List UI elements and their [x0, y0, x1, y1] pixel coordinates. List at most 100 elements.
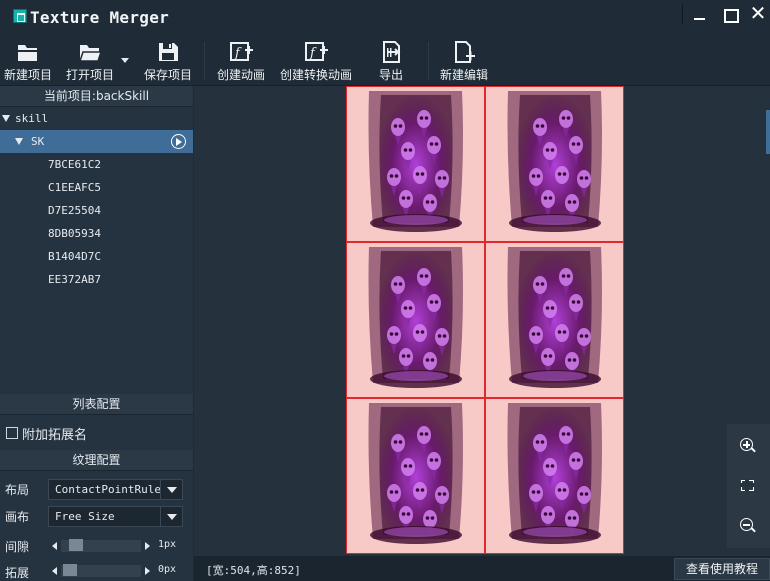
gap-slider[interactable]: [52, 539, 150, 553]
tree-root-label: skill: [15, 112, 49, 125]
create-convert-animation-label: 创建转换动画: [279, 68, 352, 82]
tree-item-label: D7E25504: [48, 204, 101, 217]
toolbar: 新建项目 打开项目 保存项目 f 创建动画 f 创建转换动画 导出 新建编辑: [0, 34, 770, 86]
new-edit-button[interactable]: 新建编辑: [438, 40, 490, 84]
play-icon[interactable]: [171, 134, 186, 149]
expand-arrow-icon[interactable]: [15, 138, 23, 145]
canvas-label: 画布: [5, 510, 30, 524]
tree-item-label: B1404D7C: [48, 250, 101, 263]
open-project-dropdown-arrow[interactable]: [121, 58, 129, 63]
list-config-header: 列表配置: [0, 394, 193, 415]
svg-text:f: f: [309, 46, 317, 61]
slider-left-arrow-icon[interactable]: [52, 567, 57, 575]
open-project-label: 打开项目: [65, 68, 114, 82]
layout-select[interactable]: ContactPointRule: [48, 479, 183, 500]
new-document-icon: [455, 41, 475, 63]
tree-item[interactable]: 8DB05934: [0, 222, 193, 245]
tree-item-label: C1EEAFC5: [48, 181, 101, 194]
sprite-frame[interactable]: [346, 398, 485, 554]
view-tutorial-button[interactable]: 查看使用教程: [674, 558, 770, 580]
attach-extension-label: 附加拓展名: [22, 428, 88, 443]
tree-item-label: 8DB05934: [48, 227, 101, 240]
sprite-image: [368, 247, 463, 388]
sprite-frame[interactable]: [346, 242, 485, 398]
function-plus-icon: f: [305, 42, 328, 61]
new-edit-label: 新建编辑: [439, 68, 488, 82]
export-label: 导出: [378, 68, 403, 82]
slider-left-arrow-icon[interactable]: [52, 542, 57, 550]
sprite-frame[interactable]: [485, 398, 624, 554]
tree-item[interactable]: 7BCE61C2: [0, 153, 193, 176]
toolbar-separator: [204, 42, 205, 80]
fit-to-view-icon[interactable]: [740, 479, 754, 491]
titlebar-divider: [682, 4, 683, 24]
save-project-button[interactable]: 保存项目: [142, 40, 194, 84]
save-icon: [159, 43, 178, 61]
texture-atlas: [346, 86, 624, 555]
new-project-label: 新建项目: [3, 68, 52, 82]
minimize-button[interactable]: [685, 3, 713, 25]
tree-group-label: SK: [31, 135, 45, 148]
maximize-button[interactable]: [716, 3, 744, 25]
expand-arrow-icon[interactable]: [2, 115, 10, 122]
open-folder-icon: [78, 45, 103, 62]
sprite-frame[interactable]: [485, 242, 624, 398]
expand-slider[interactable]: [52, 564, 150, 578]
sprite-frame[interactable]: [485, 86, 624, 242]
open-project-button[interactable]: 打开项目: [63, 40, 117, 84]
attach-extension-checkbox[interactable]: [6, 427, 18, 439]
sprite-image: [507, 403, 602, 544]
sprite-image: [368, 91, 463, 232]
sprite-frame[interactable]: [346, 86, 485, 242]
create-animation-button[interactable]: f 创建动画: [214, 40, 268, 84]
slider-thumb[interactable]: [69, 539, 83, 551]
title-bar: Texture Merger ✕: [0, 0, 770, 34]
tree-item-label: EE372AB7: [48, 273, 101, 286]
slider-right-arrow-icon[interactable]: [145, 542, 150, 550]
app-title: Texture Merger: [30, 8, 170, 27]
sprite-image: [368, 403, 463, 544]
layout-select-value: ContactPointRule: [55, 483, 161, 496]
tree-item[interactable]: EE372AB7: [0, 268, 193, 291]
expand-value: 0px: [158, 564, 177, 575]
sprite-image: [507, 247, 602, 388]
new-project-button[interactable]: 新建项目: [2, 40, 54, 84]
texture-canvas[interactable]: [194, 86, 770, 556]
create-animation-label: 创建动画: [216, 68, 265, 82]
zoom-controls: [727, 424, 770, 548]
export-icon: [383, 41, 401, 63]
tree-root-skill[interactable]: skill: [0, 107, 193, 130]
canvas-select-value: Free Size: [55, 510, 115, 523]
tree-item-label: 7BCE61C2: [48, 158, 101, 171]
zoom-in-icon[interactable]: [739, 437, 757, 455]
sprite-image: [507, 91, 602, 232]
current-project-header: 当前项目:backSkill: [0, 86, 193, 107]
chevron-down-icon[interactable]: [160, 480, 182, 499]
create-convert-animation-button[interactable]: f 创建转换动画: [278, 40, 354, 84]
function-plus-icon: f: [230, 42, 253, 61]
zoom-out-icon[interactable]: [739, 517, 757, 535]
export-button[interactable]: 导出: [371, 40, 411, 84]
tree-item[interactable]: D7E25504: [0, 199, 193, 222]
canvas-select[interactable]: Free Size: [48, 506, 183, 527]
gap-label: 间隙: [5, 540, 30, 554]
toolbar-separator: [428, 42, 429, 80]
texture-config-header: 纹理配置: [0, 450, 193, 471]
save-project-label: 保存项目: [143, 68, 192, 82]
atlas-dimensions: [宽:504,高:852]: [206, 564, 301, 577]
tree-item[interactable]: C1EEAFC5: [0, 176, 193, 199]
svg-text:f: f: [234, 46, 242, 61]
chevron-down-icon[interactable]: [160, 507, 182, 526]
status-bar: [宽:504,高:852] 查看使用教程: [194, 556, 770, 581]
gap-value: 1px: [158, 539, 177, 550]
slider-thumb[interactable]: [63, 564, 77, 576]
vertical-scrollbar[interactable]: [766, 110, 770, 154]
new-folder-icon: [18, 45, 37, 61]
tree-group-sk[interactable]: SK: [0, 130, 193, 153]
tree-item[interactable]: B1404D7C: [0, 245, 193, 268]
slider-right-arrow-icon[interactable]: [145, 567, 150, 575]
app-logo-icon: [13, 9, 27, 23]
layout-label: 布局: [5, 483, 30, 497]
close-button[interactable]: ✕: [744, 3, 770, 25]
expand-label: 拓展: [5, 566, 30, 580]
